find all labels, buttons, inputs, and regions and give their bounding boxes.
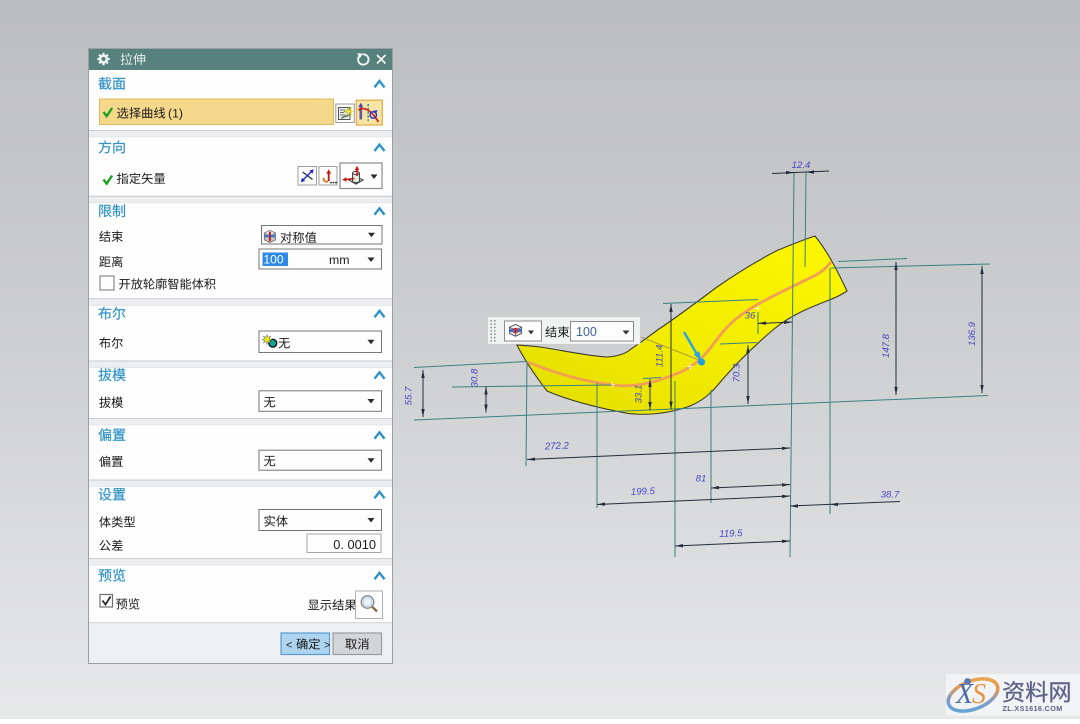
svg-text:272.2: 272.2	[544, 440, 570, 452]
svg-text:119.5: 119.5	[719, 528, 743, 540]
svg-text:70.3: 70.3	[732, 363, 743, 382]
svg-text:<: <	[286, 640, 292, 652]
svg-text:30.8: 30.8	[470, 368, 481, 387]
svg-text:147.8: 147.8	[881, 333, 892, 358]
svg-text:0. 0010: 0. 0010	[333, 537, 376, 552]
svg-text:36: 36	[745, 311, 756, 322]
svg-text:>: >	[324, 640, 330, 652]
svg-text:111.4: 111.4	[655, 345, 666, 368]
svg-text:81: 81	[696, 474, 707, 485]
svg-text:38.7: 38.7	[881, 490, 900, 501]
svg-text:33.1: 33.1	[634, 385, 645, 404]
svg-text:136.9: 136.9	[967, 321, 978, 346]
svg-text:100: 100	[264, 253, 284, 267]
svg-text:12.4: 12.4	[792, 160, 811, 171]
svg-text:199.5: 199.5	[631, 486, 656, 498]
svg-text:(1): (1)	[168, 107, 183, 121]
svg-text:S: S	[972, 679, 986, 710]
svg-text:55.7: 55.7	[404, 386, 415, 405]
svg-text:100: 100	[576, 325, 597, 339]
svg-text:ZL.XS1616.COM: ZL.XS1616.COM	[1003, 704, 1063, 713]
svg-text:mm: mm	[329, 253, 350, 267]
